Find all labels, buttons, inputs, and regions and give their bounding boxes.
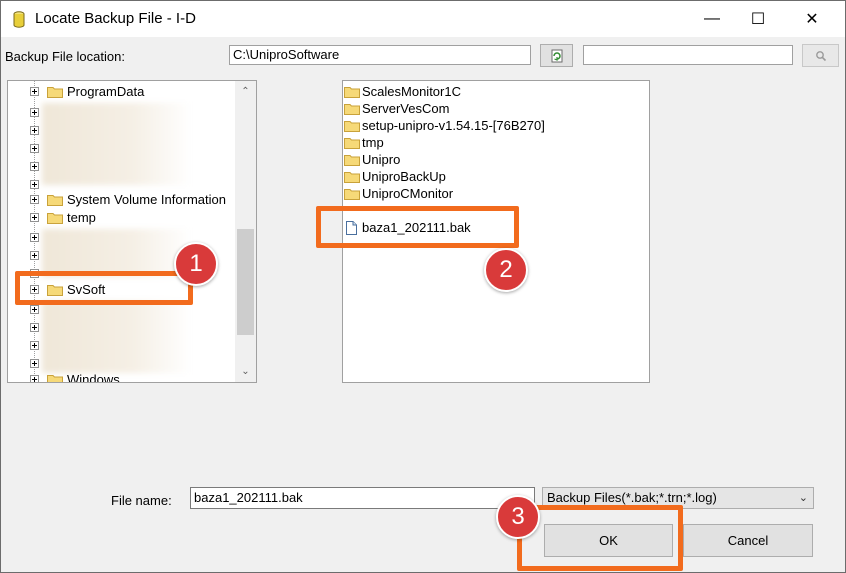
minimize-icon: — — [704, 10, 720, 27]
database-icon — [13, 11, 25, 28]
expand-icon[interactable] — [30, 251, 39, 260]
file-type-value: Backup Files(*.bak;*.trn;*.log) — [547, 490, 717, 505]
expand-icon[interactable] — [30, 359, 39, 368]
expand-icon[interactable] — [30, 341, 39, 350]
folder-icon — [344, 189, 360, 200]
tree-item-label: temp — [67, 210, 96, 225]
folder-icon — [47, 285, 63, 296]
expand-icon[interactable] — [30, 269, 39, 278]
list-item-label: setup-unipro-v1.54.15-[76B270] — [362, 118, 545, 133]
expand-icon[interactable] — [30, 162, 39, 171]
tree-item-windows[interactable]: Windows — [8, 371, 238, 383]
expand-icon[interactable] — [30, 285, 39, 294]
expand-icon[interactable] — [30, 144, 39, 153]
folder-icon — [344, 155, 360, 166]
expand-icon[interactable] — [30, 323, 39, 332]
list-item[interactable]: Unipro — [343, 151, 643, 168]
file-name-input[interactable]: baza1_202111.bak — [190, 487, 535, 509]
locate-backup-dialog: Locate Backup File - I-D — ☐ ✕ Backup Fi… — [0, 0, 846, 573]
refresh-button[interactable] — [540, 44, 573, 67]
list-item-label: Unipro — [362, 152, 401, 167]
tree-item-label: System Volume Information — [67, 192, 226, 207]
magnifier-icon — [815, 50, 826, 61]
tree-item-label: SvSoft — [67, 282, 106, 297]
expand-icon[interactable] — [30, 375, 39, 382]
scroll-up-arrow-icon[interactable]: ⌃ — [235, 83, 256, 100]
list-item[interactable]: UniproCMonitor — [343, 185, 643, 202]
list-item[interactable]: UniproBackUp — [343, 168, 643, 185]
folder-icon — [47, 213, 63, 224]
list-item[interactable]: tmp — [343, 134, 643, 151]
title-bar: Locate Backup File - I-D — ☐ ✕ — [1, 1, 845, 37]
list-item-label: ServerVesCom — [362, 101, 450, 116]
expand-icon[interactable] — [30, 233, 39, 242]
folder-icon — [344, 87, 360, 98]
location-path-input[interactable]: C:\UniproSoftware — [229, 45, 531, 65]
close-icon: ✕ — [805, 11, 819, 28]
expand-icon[interactable] — [30, 87, 39, 96]
tree-item-label: ProgramData — [67, 84, 145, 99]
list-item-label: UniproCMonitor — [362, 186, 454, 201]
step-badge-1: 1 — [174, 242, 218, 286]
expand-icon[interactable] — [30, 195, 39, 204]
cancel-button[interactable]: Cancel — [683, 524, 813, 557]
list-item[interactable]: setup-unipro-v1.54.15-[76B270] — [343, 117, 643, 134]
list-item[interactable]: ScalesMonitor1C — [343, 83, 643, 100]
file-name-label: File name: — [111, 493, 172, 508]
tree-item-system-volume-information[interactable]: System Volume Information — [8, 191, 238, 209]
maximize-button[interactable]: ☐ — [735, 1, 781, 37]
tree-item-programdata[interactable]: ProgramData — [8, 83, 238, 101]
location-label: Backup File location: — [5, 49, 125, 64]
file-type-select[interactable]: Backup Files(*.bak;*.trn;*.log) ⌄ — [542, 487, 814, 509]
folder-icon — [47, 87, 63, 98]
list-item-label: tmp — [362, 135, 384, 150]
refresh-icon — [551, 49, 562, 62]
folder-icon — [47, 375, 63, 382]
expand-icon[interactable] — [30, 180, 39, 189]
file-list[interactable]: ScalesMonitor1C ServerVesCom setup-unipr… — [342, 80, 650, 383]
tree-item-temp[interactable]: temp — [8, 209, 238, 227]
folder-icon — [344, 121, 360, 132]
list-item[interactable]: ServerVesCom — [343, 100, 643, 117]
step-badge-3: 3 — [496, 495, 540, 539]
ok-button[interactable]: OK — [544, 524, 673, 557]
close-button[interactable]: ✕ — [789, 1, 835, 37]
list-item-label: baza1_202111.bak — [362, 220, 471, 235]
scroll-thumb[interactable] — [237, 229, 254, 335]
expand-icon[interactable] — [30, 213, 39, 222]
scroll-down-arrow-icon[interactable]: ⌄ — [235, 363, 256, 380]
list-item-label: UniproBackUp — [362, 169, 446, 184]
chevron-down-icon: ⌄ — [798, 492, 808, 504]
folder-icon — [47, 195, 63, 206]
tree-scrollbar[interactable]: ⌃ ⌄ — [235, 81, 256, 382]
folder-icon — [344, 138, 360, 149]
blurred-region — [42, 301, 192, 373]
expand-icon[interactable] — [30, 108, 39, 117]
search-input[interactable] — [583, 45, 793, 65]
document-icon — [346, 221, 357, 235]
minimize-button[interactable]: — — [689, 1, 735, 37]
blurred-region — [42, 229, 192, 277]
expand-icon[interactable] — [30, 305, 39, 314]
folder-icon — [344, 104, 360, 115]
list-item-label: ScalesMonitor1C — [362, 84, 461, 99]
search-button[interactable] — [802, 44, 839, 67]
maximize-icon: ☐ — [750, 11, 766, 28]
step-badge-2: 2 — [484, 248, 528, 292]
list-item-backup-file[interactable]: baza1_202111.bak — [343, 219, 643, 236]
folder-tree[interactable]: ProgramData System Volume Information te… — [7, 80, 257, 383]
expand-icon[interactable] — [30, 126, 39, 135]
blurred-region — [42, 103, 192, 185]
folder-icon — [344, 172, 360, 183]
window-title: Locate Backup File - I-D — [35, 10, 196, 27]
tree-item-label: Windows — [67, 372, 120, 383]
